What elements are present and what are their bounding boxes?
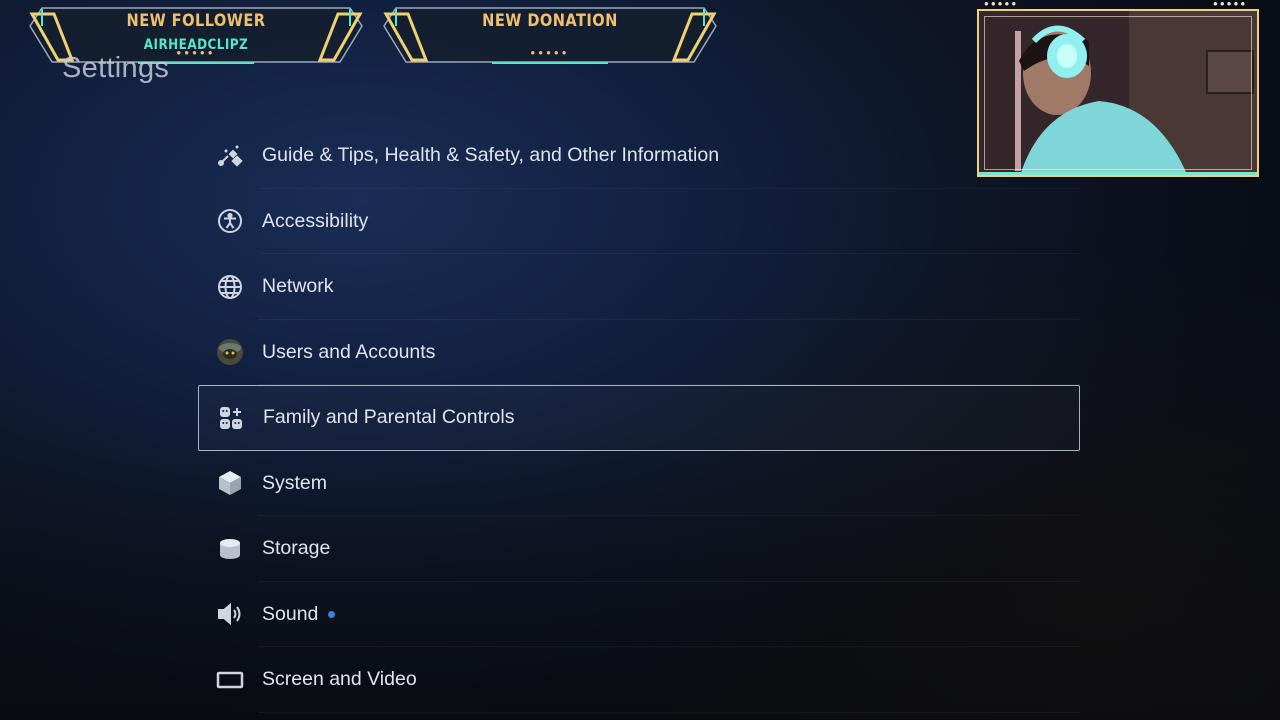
webcam-glow-bar [979, 172, 1257, 175]
menu-item-guide-tips[interactable]: Guide & Tips, Health & Safety, and Other… [198, 123, 1080, 189]
accessibility-icon [215, 206, 245, 236]
webcam-overlay [977, 9, 1259, 177]
page-title: Settings [62, 52, 170, 84]
menu-item-sound[interactable]: Sound [198, 582, 1080, 648]
globe-icon [215, 272, 245, 302]
donation-alert-title: NEW DONATION [482, 11, 618, 31]
guide-icon [215, 141, 245, 171]
menu-item-label: Sound [262, 602, 319, 625]
menu-item-system[interactable]: System [198, 451, 1080, 517]
storage-icon [215, 534, 245, 564]
cube-icon [215, 468, 245, 498]
menu-item-label: Guide & Tips, Health & Safety, and Other… [262, 144, 720, 167]
menu-item-network[interactable]: Network [198, 254, 1080, 320]
webcam-inner-frame [984, 16, 1252, 170]
family-controls-icon [216, 403, 246, 433]
menu-item-screen-video[interactable]: Screen and Video [198, 647, 1080, 713]
menu-item-label: Network [262, 275, 334, 298]
menu-item-accessibility[interactable]: Accessibility [198, 189, 1080, 255]
menu-item-label: Users and Accounts [262, 340, 436, 363]
menu-item-label: Storage [262, 537, 331, 560]
menu-item-label: Family and Parental Controls [263, 406, 515, 429]
webcam-dots-right: ●●●●● [1213, 0, 1248, 8]
user-avatar-icon [215, 337, 245, 367]
follower-alert-title: NEW FOLLOWER [126, 11, 266, 31]
settings-menu: Guide & Tips, Health & Safety, and Other… [198, 123, 1080, 713]
menu-item-family-parental-controls[interactable]: Family and Parental Controls [198, 385, 1080, 451]
menu-item-label: Accessibility [262, 209, 369, 232]
alert-dots: ●●●●● [530, 48, 570, 57]
menu-item-storage[interactable]: Storage [198, 516, 1080, 582]
notification-dot [328, 610, 336, 618]
new-donation-alert: NEW DONATION ●●●●● [382, 6, 718, 64]
menu-item-users-accounts[interactable]: Users and Accounts [198, 320, 1080, 386]
menu-item-label: Screen and Video [262, 668, 417, 691]
speaker-icon [215, 599, 245, 629]
menu-item-label: System [262, 471, 328, 494]
screen-icon [215, 665, 245, 695]
webcam-dots-left: ●●●●● [984, 0, 1019, 8]
